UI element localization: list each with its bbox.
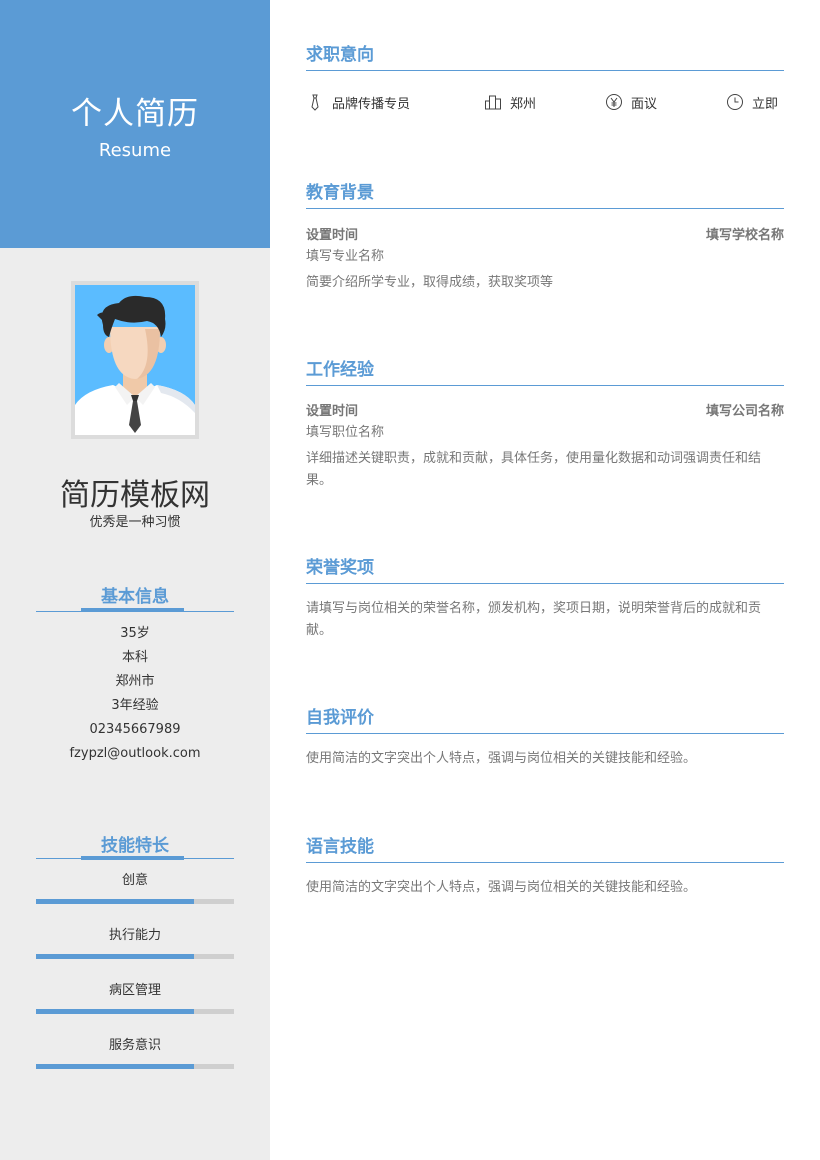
clock-icon (727, 94, 743, 110)
education-school: 填写学校名称 (705, 228, 784, 243)
skill-name: 病区管理 (108, 983, 161, 998)
honors-title: 荣誉奖项 (306, 558, 374, 578)
info-email: fzypzl@outlook.com (69, 746, 201, 761)
profile-tagline: 优秀是一种习惯 (89, 515, 181, 530)
job-intent-title: 求职意向 (306, 45, 374, 65)
tie-icon (311, 94, 319, 111)
self-eval-section: 自我评价 使用简洁的文字突出个人特点，强调与岗位相关的关键技能和经验。 (306, 705, 784, 770)
intent-city: 郑州 (484, 92, 536, 112)
intent-availability: 立即 (726, 92, 778, 112)
skill-bar (36, 899, 234, 904)
language-title: 语言技能 (306, 837, 374, 857)
education-major: 填写专业名称 (306, 249, 385, 264)
resume-subtitle: Resume (98, 140, 172, 161)
section-rule (306, 70, 784, 71)
intent-position: 品牌传播专员 (306, 92, 410, 112)
info-experience: 3年经验 (111, 698, 159, 713)
skill-item: 执行能力 (36, 926, 234, 959)
resume-title: 个人简历 (71, 96, 199, 132)
info-age: 35岁 (120, 626, 150, 641)
skills-title: 技能特长 (101, 836, 169, 856)
intent-position-text: 品牌传播专员 (332, 96, 411, 112)
skill-bar (36, 1064, 234, 1069)
section-rule (306, 385, 784, 386)
info-city: 郑州市 (115, 674, 155, 689)
skill-bar-fill (36, 1064, 195, 1069)
work-header-row: 设置时间 填写公司名称 (306, 402, 784, 422)
section-rule (306, 583, 784, 584)
skill-item: 病区管理 (36, 981, 234, 1014)
skill-bar-fill (36, 954, 195, 959)
basic-info-list: 35岁 本科 郑州市 3年经验 02345667989 fzypzl@outlo… (0, 622, 270, 766)
education-section: 教育背景 设置时间 填写学校名称 填写专业名称 简要介绍所学专业，取得成绩，获取… (306, 180, 784, 294)
info-phone: 02345667989 (89, 722, 181, 737)
intent-city-text: 郑州 (510, 96, 537, 112)
sidebar-header: 个人简历 Resume (0, 0, 270, 248)
education-title: 教育背景 (306, 183, 374, 203)
work-title: 工作经验 (306, 360, 374, 380)
job-intent-section: 求职意向 (306, 42, 784, 71)
skill-item: 创意 (36, 871, 234, 904)
work-position: 填写职位名称 (306, 425, 385, 440)
basic-info-rule-accent (81, 608, 184, 612)
self-eval-title: 自我评价 (306, 708, 374, 728)
profile-name: 简历模板网 (60, 478, 210, 513)
skill-name: 服务意识 (108, 1038, 161, 1053)
skill-bar (36, 1009, 234, 1014)
sidebar: 个人简历 Resume 简历模板网 优秀是一种习惯 基本信息 35岁 本科 郑州… (0, 0, 270, 1160)
skill-bar (36, 954, 234, 959)
work-desc: 详细描述关键职责，成就和贡献，具体任务，使用量化数据和动词强调责任和结果。 (306, 451, 762, 488)
education-time: 设置时间 (306, 228, 359, 243)
section-rule (306, 862, 784, 863)
basic-info-title: 基本信息 (101, 587, 169, 607)
work-time: 设置时间 (306, 404, 359, 419)
skill-name: 创意 (121, 873, 148, 888)
education-header-row: 设置时间 填写学校名称 (306, 226, 784, 246)
skill-bar-fill (36, 1009, 195, 1014)
city-icon (485, 95, 501, 110)
skill-item: 服务意识 (36, 1036, 234, 1069)
honors-section: 荣誉奖项 请填写与岗位相关的荣誉名称，颁发机构，奖项日期，说明荣誉背后的成就和贡… (306, 555, 784, 642)
language-section: 语言技能 使用简洁的文字突出个人特点，强调与岗位相关的关键技能和经验。 (306, 834, 784, 899)
work-company: 填写公司名称 (705, 404, 784, 419)
section-rule (306, 733, 784, 734)
avatar-illustration (75, 285, 195, 435)
avatar (71, 281, 199, 439)
info-education: 本科 (121, 650, 148, 665)
education-desc: 简要介绍所学专业，取得成绩，获取奖项等 (306, 275, 554, 290)
skill-name: 执行能力 (108, 928, 161, 943)
job-intent-row: 品牌传播专员 郑州 面议 立即 (306, 92, 784, 112)
intent-availability-text: 立即 (752, 96, 779, 112)
work-section: 工作经验 设置时间 填写公司名称 填写职位名称 详细描述关键职责，成就和贡献，具… (306, 357, 784, 492)
skill-bar-fill (36, 899, 195, 904)
intent-salary-text: 面议 (631, 96, 658, 112)
honors-desc: 请填写与岗位相关的荣誉名称，颁发机构，奖项日期，说明荣誉背后的成就和贡献。 (306, 601, 762, 638)
skills-rule-accent (81, 856, 184, 860)
section-rule (306, 208, 784, 209)
yen-icon (606, 94, 622, 110)
language-desc: 使用简洁的文字突出个人特点，强调与岗位相关的关键技能和经验。 (306, 880, 697, 895)
intent-salary: 面议 (605, 92, 657, 112)
self-eval-desc: 使用简洁的文字突出个人特点，强调与岗位相关的关键技能和经验。 (306, 751, 697, 766)
